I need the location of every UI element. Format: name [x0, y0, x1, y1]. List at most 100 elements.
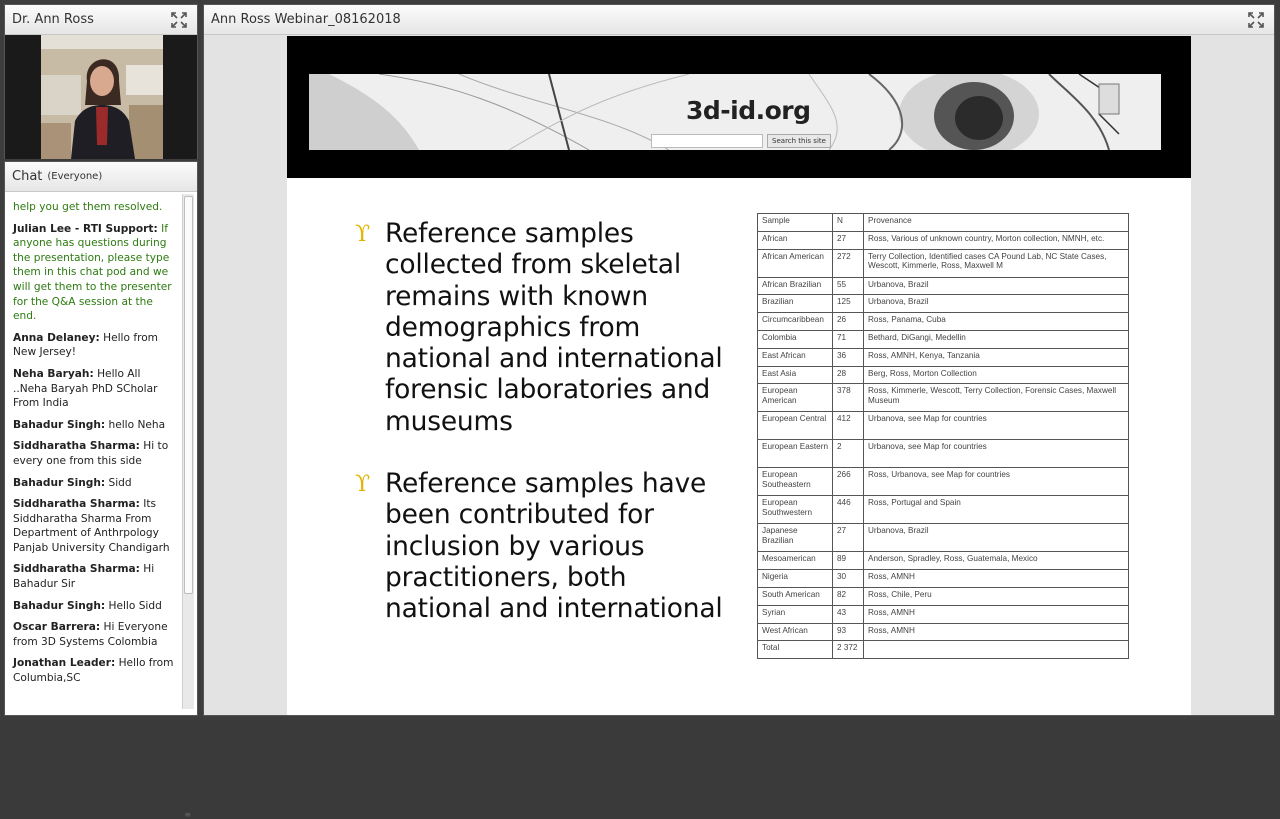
bullet-icon: ϒ: [355, 472, 371, 497]
table-cell: Ross, Kimmerle, Wescott, Terry Collectio…: [863, 383, 1129, 413]
table-cell: [863, 640, 1129, 660]
fullscreen-icon[interactable]: [171, 12, 187, 28]
table-cell: 266: [832, 467, 864, 497]
table-cell: Ross, Panama, Cuba: [863, 312, 1129, 331]
chat-pod: Chat (Everyone) help you get them resolv…: [4, 161, 198, 819]
table-cell: European Southeastern: [757, 467, 833, 497]
table-cell: Ross, AMNH: [863, 622, 1129, 642]
table-cell: 272: [832, 248, 864, 278]
table-cell: 89: [832, 551, 864, 571]
table-row: East African 36 Ross, AMNH, Kenya, Tanzani…: [757, 347, 1129, 367]
table-row: Colombia 71 Bethard, DiGangi, Medellin: [757, 329, 1129, 349]
chat-sender: Bahadur Singh:: [13, 476, 106, 489]
site-search-input: [651, 134, 763, 148]
chat-sender: Neha Baryah:: [13, 367, 94, 380]
chat-message: Bahadur Singh: Hello Sidd: [13, 599, 176, 614]
bullet-icon: ϒ: [355, 222, 371, 247]
chat-text: Hello Sidd: [105, 599, 162, 612]
presenter-image: [41, 35, 163, 159]
chat-text: If anyone has questions during the prese…: [13, 222, 172, 323]
bullet-text: Reference samples collected from skeleta…: [385, 218, 723, 437]
table-cell: Urbanova, see Map for countries: [863, 411, 1129, 441]
table-cell: 93: [832, 622, 864, 642]
table-row: Total 2 372: [757, 640, 1129, 660]
connect-room: Dr. Ann Ross Chat (Everyone) help you ge…: [0, 0, 1280, 819]
chat-message: Jonathan Leader: Hello from Columbia,SC: [13, 656, 176, 685]
chat-message: Neha Baryah: Hello All ..Neha Baryah PhD…: [13, 367, 176, 411]
camera-pod-title: Dr. Ann Ross: [12, 12, 94, 27]
table-cell: 55: [832, 276, 864, 296]
table-cell: 27: [832, 523, 864, 553]
table-cell: West African: [757, 622, 833, 642]
table-header-cell: Sample: [757, 213, 833, 232]
table-cell: 28: [832, 365, 864, 385]
table-row: Mesoamerican 89 Anderson, Spradley, Ross, …: [757, 551, 1129, 571]
table-cell: African: [757, 230, 833, 250]
table-row: Brazilian 125 Urbanova, Brazil: [757, 294, 1129, 314]
table-cell: Anderson, Spradley, Ross, Guatemala, Mex…: [863, 551, 1129, 571]
table-cell: 378: [832, 383, 864, 413]
table-row: African 27 Ross, Various of unknown countr…: [757, 230, 1129, 250]
table-cell: 26: [832, 312, 864, 331]
table-cell: Ross, AMNH, Kenya, Tanzania: [863, 347, 1129, 367]
chat-sender: Julian Lee - RTI Support:: [13, 222, 158, 235]
chat-sender: Bahadur Singh:: [13, 418, 106, 431]
table-row: Syrian 43 Ross, AMNH: [757, 604, 1129, 624]
table-cell: Syrian: [757, 604, 833, 624]
table-cell: 27: [832, 230, 864, 250]
resize-grip-icon[interactable]: ≡: [184, 810, 191, 819]
chat-message-list[interactable]: help you get them resolved. Julian Lee -…: [5, 192, 182, 710]
fullscreen-icon[interactable]: [1248, 12, 1264, 28]
table-cell: 446: [832, 495, 864, 525]
table-row: African Brazilian 55 Urbanova, Brazil: [757, 276, 1129, 296]
table-cell: Ross, Chile, Peru: [863, 586, 1129, 606]
table-row: Circumcaribbean 26 Ross, Panama, Cuba: [757, 312, 1129, 331]
chat-message: Bahadur Singh: Sidd: [13, 476, 176, 491]
table-cell: Circumcaribbean: [757, 312, 833, 331]
chat-sender: Siddharatha Sharma:: [13, 563, 140, 576]
chat-message: Siddharatha Sharma: Its Siddharatha Shar…: [13, 497, 176, 555]
table-cell: Japanese Brazilian: [757, 523, 833, 553]
camera-pod: Dr. Ann Ross: [4, 4, 198, 159]
camera-feed: [5, 35, 197, 159]
chat-text: Sidd: [105, 476, 132, 489]
chat-sender: Jonathan Leader:: [13, 657, 116, 670]
share-pod-header: Ann Ross Webinar_08162018: [204, 5, 1274, 35]
site-search-button: Search this site: [767, 134, 831, 148]
table-row: European Eastern 2 Urbanova, see Map for c…: [757, 439, 1129, 469]
table-cell: Ross, Various of unknown country, Morton…: [863, 230, 1129, 250]
table-cell: African Brazilian: [757, 276, 833, 296]
table-cell: European Southwestern: [757, 495, 833, 525]
table-header-row: Sample N Provenance: [757, 213, 1129, 232]
table-cell: Brazilian: [757, 294, 833, 314]
chat-sender: Siddharatha Sharma:: [13, 440, 140, 453]
chat-message: Oscar Barrera: Hi Everyone from 3D Syste…: [13, 620, 176, 649]
table-cell: Colombia: [757, 329, 833, 349]
table-cell: South American: [757, 586, 833, 606]
table-cell: European Central: [757, 411, 833, 441]
table-cell: European Eastern: [757, 439, 833, 469]
table-cell: 43: [832, 604, 864, 624]
table-cell: 82: [832, 586, 864, 606]
table-cell: 2: [832, 439, 864, 469]
chat-text: help you get them resolved.: [13, 201, 163, 213]
chat-pod-title: Chat: [12, 169, 43, 184]
table-cell: Urbanova, Brazil: [863, 294, 1129, 314]
table-cell: Total: [757, 640, 833, 660]
table-cell: Mesoamerican: [757, 551, 833, 571]
chat-scrollbar[interactable]: [182, 194, 194, 709]
table-cell: Ross, AMNH: [863, 604, 1129, 624]
table-row: European Central 412 Urbanova, see Map for…: [757, 411, 1129, 441]
chat-scrollbar-thumb[interactable]: [184, 196, 193, 594]
chat-message: Anna Delaney: Hello from New Jersey!: [13, 331, 176, 360]
table-cell: Terry Collection, Identified cases CA Po…: [863, 248, 1129, 278]
skull-banner-image: 3d-id.org Search this site: [309, 74, 1161, 150]
table-cell: European American: [757, 383, 833, 413]
share-pod-title: Ann Ross Webinar_08162018: [211, 12, 401, 27]
bullet-text: Reference samples have been contributed …: [385, 468, 723, 625]
table-cell: 30: [832, 569, 864, 588]
chat-message: Julian Lee - RTI Support: If anyone has …: [13, 222, 176, 324]
table-cell: 36: [832, 347, 864, 367]
presentation-slide: 3d-id.org Search this site ϒ Reference s…: [287, 36, 1191, 715]
chat-scope[interactable]: (Everyone): [47, 171, 102, 182]
